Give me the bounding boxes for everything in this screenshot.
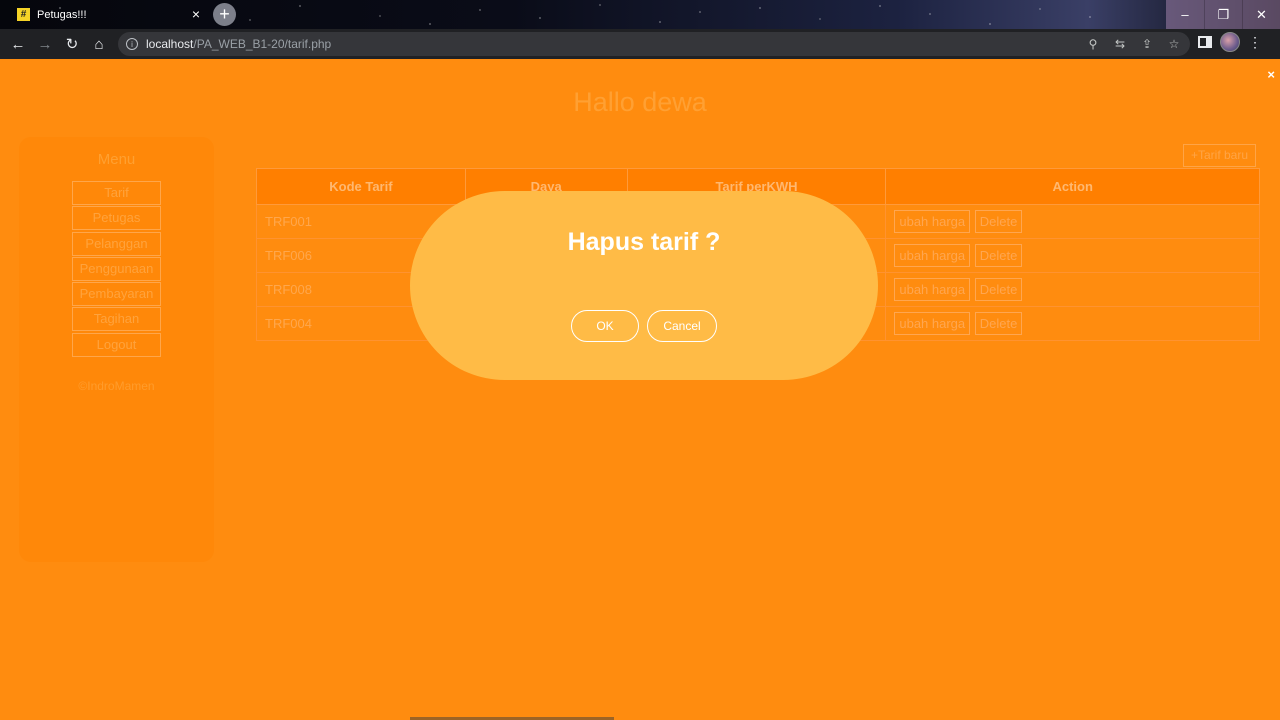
delete-button[interactable]: Delete: [974, 278, 1023, 301]
share-icon[interactable]: ⇪: [1139, 37, 1155, 51]
menu-item-pelanggan[interactable]: Pelanggan: [72, 231, 161, 256]
zoom-icon[interactable]: ⚲: [1085, 37, 1101, 51]
column-header-kode: Kode Tarif: [256, 168, 466, 205]
reload-icon[interactable]: ↻: [62, 34, 82, 54]
ok-button[interactable]: OK: [571, 310, 639, 342]
edit-price-button[interactable]: ubah harga: [894, 244, 971, 267]
menu-item-pembayaran[interactable]: Pembayaran: [72, 282, 161, 307]
new-tab-button[interactable]: +: [213, 3, 236, 26]
action-cell: ubah harga Delete: [885, 272, 1260, 307]
delete-button[interactable]: Delete: [974, 244, 1023, 267]
action-cell: ubah harga Delete: [885, 238, 1260, 273]
menu-item-logout[interactable]: Logout: [72, 332, 161, 357]
modal-actions: OK Cancel: [571, 310, 717, 342]
add-tarif-button[interactable]: +Tarif baru: [1183, 144, 1256, 167]
site-info-icon[interactable]: i: [126, 38, 138, 50]
url-host: localhost: [146, 37, 194, 51]
toolbar-right: ⋮: [1198, 32, 1262, 52]
greeting-heading: Hallo dewa: [573, 87, 707, 117]
tab-title: Petugas!!!: [37, 8, 87, 21]
minimize-icon[interactable]: –: [1166, 0, 1204, 29]
home-icon[interactable]: ⌂: [89, 34, 109, 54]
confirm-delete-modal: Hapus tarif ? OK Cancel: [410, 191, 878, 380]
delete-button[interactable]: Delete: [974, 312, 1023, 335]
action-cell: ubah harga Delete: [885, 204, 1260, 239]
omnibox-actions: ⚲ ⇆ ⇪ ☆: [1085, 32, 1182, 56]
edit-price-button[interactable]: ubah harga: [894, 210, 971, 233]
side-panel-icon[interactable]: [1198, 36, 1212, 48]
browser-menu-icon[interactable]: ⋮: [1248, 32, 1262, 52]
menu-title: Menu: [97, 151, 136, 168]
browser-titlebar: # Petugas!!! × + – ❐ ✕: [0, 0, 1280, 29]
copyright-text: ©IndroMamen: [78, 379, 155, 393]
restore-icon[interactable]: ❐: [1204, 0, 1242, 29]
browser-tab[interactable]: # Petugas!!! ×: [8, 0, 208, 29]
tab-close-icon[interactable]: ×: [192, 6, 200, 22]
url-path: /PA_WEB_B1-20/tarif.php: [193, 37, 332, 51]
translate-icon[interactable]: ⇆: [1112, 37, 1128, 51]
menu-list: Tarif Petugas Pelanggan Penggunaan Pemba…: [72, 181, 161, 358]
favicon-icon: #: [17, 8, 30, 21]
forward-icon[interactable]: →: [35, 34, 55, 54]
page-content: × Hallo dewa Menu Tarif Petugas Pelangga…: [0, 59, 1280, 720]
menu-item-tagihan[interactable]: Tagihan: [72, 307, 161, 332]
cancel-button[interactable]: Cancel: [647, 310, 717, 342]
column-header-action: Action: [885, 168, 1260, 205]
page-close-icon[interactable]: ×: [1267, 67, 1275, 82]
menu-item-penggunaan[interactable]: Penggunaan: [72, 256, 161, 281]
edit-price-button[interactable]: ubah harga: [894, 312, 971, 335]
back-icon[interactable]: ←: [8, 34, 28, 54]
profile-avatar-icon[interactable]: [1220, 32, 1240, 52]
menu-item-petugas[interactable]: Petugas: [72, 206, 161, 231]
address-bar[interactable]: i localhost/PA_WEB_B1-20/tarif.php ⚲ ⇆ ⇪…: [118, 32, 1190, 56]
window-controls: – ❐ ✕: [1166, 0, 1280, 29]
delete-button[interactable]: Delete: [974, 210, 1023, 233]
modal-title: Hapus tarif ?: [567, 228, 721, 256]
browser-toolbar: ← → ↻ ⌂ i localhost/PA_WEB_B1-20/tarif.p…: [0, 29, 1280, 59]
window-close-icon[interactable]: ✕: [1242, 0, 1280, 29]
action-cell: ubah harga Delete: [885, 306, 1260, 341]
menu-item-tarif[interactable]: Tarif: [72, 181, 161, 205]
edit-price-button[interactable]: ubah harga: [894, 278, 971, 301]
sidebar-menu: Menu Tarif Petugas Pelanggan Penggunaan …: [19, 137, 214, 562]
bookmark-star-icon[interactable]: ☆: [1166, 37, 1182, 51]
